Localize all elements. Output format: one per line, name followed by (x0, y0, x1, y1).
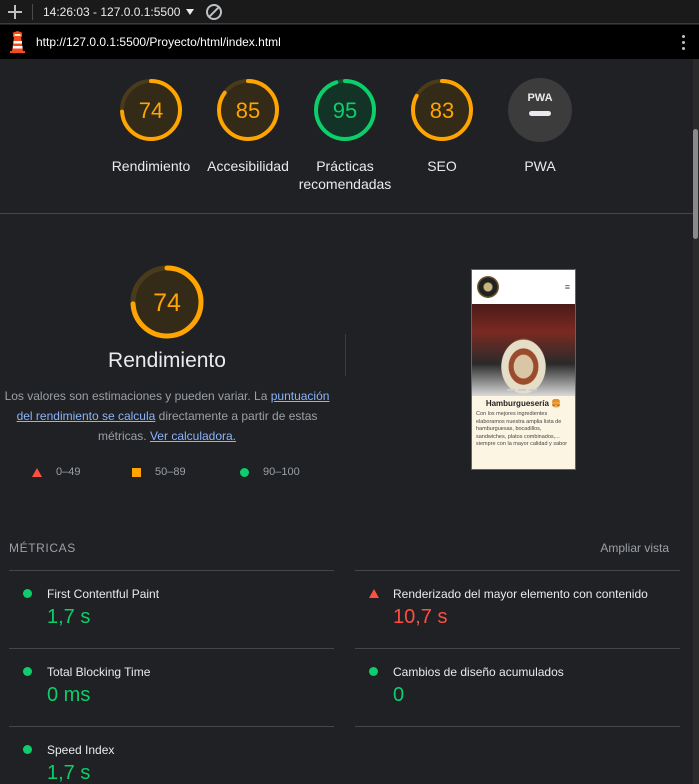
gauge-performance[interactable]: 74 Rendimiento (96, 77, 206, 175)
screenshot-text: Con los mejores ingredientes elaboramos … (476, 411, 568, 447)
gauge-accessibility-score: 85 (236, 98, 260, 123)
report-selector[interactable]: 14:26:03 - 127.0.0.1:5500 (43, 4, 195, 19)
final-screenshot[interactable]: ≡ Hamburguesería 🍔 Con los mejores ingre… (471, 269, 576, 470)
metric-fcp: First Contentful Paint 1,7 s (9, 570, 334, 648)
pwa-badge-text: PWA (527, 92, 552, 104)
metric-name: Cambios de diseño acumulados (393, 665, 564, 679)
metric-value: 0 (393, 684, 405, 706)
pass-circle-icon (23, 589, 32, 598)
scrollbar[interactable] (693, 59, 699, 784)
gauge-performance-score: 74 (139, 98, 163, 123)
screenshot-title: Hamburguesería 🍔 (485, 399, 562, 408)
restaurant-logo (477, 276, 499, 298)
caret-down-icon (186, 8, 195, 15)
gauge-pwa[interactable]: PWA PWA (485, 77, 595, 175)
expand-view-toggle[interactable]: Ampliar vista (600, 541, 669, 555)
screenshot-body: Hamburguesería 🍔 Con los mejores ingredi… (472, 396, 575, 469)
metric-row-divider (355, 726, 680, 727)
gauge-seo-ring: 83 (411, 79, 473, 141)
hamburger-menu-icon: ≡ (564, 282, 570, 292)
pass-circle-icon (23, 667, 32, 676)
legend-pass: 90–100 (240, 464, 300, 480)
metric-value: 1,7 s (47, 762, 91, 784)
metric-speed-index: Speed Index 1,7 s (9, 726, 334, 784)
legend-pass-label: 90–100 (263, 466, 300, 478)
square-icon (132, 467, 141, 477)
toolbar-divider (32, 3, 33, 20)
metric-tbt: Total Blocking Time 0 ms (9, 648, 334, 726)
gauge-seo-score: 83 (430, 98, 454, 123)
gauge-accessibility[interactable]: 85 Accesibilidad (193, 77, 303, 175)
scrollbar-thumb[interactable] (693, 129, 698, 239)
legend-fail: 0–49 (32, 464, 80, 480)
devtools-toolbar: 14:26:03 - 127.0.0.1:5500 (0, 0, 699, 24)
carousel-indicators (507, 389, 537, 391)
pass-circle-icon (369, 667, 378, 676)
gauge-best-practices[interactable]: 95 Prácticas recomendadas (290, 77, 400, 193)
plus-icon[interactable] (8, 4, 22, 19)
metric-cls: Cambios de diseño acumulados 0 (355, 648, 680, 726)
description-text: Los valores son estimaciones y pueden va… (4, 389, 271, 403)
performance-title: Rendimiento (108, 349, 226, 372)
report-selector-label: 14:26:03 - 127.0.0.1:5500 (43, 4, 181, 19)
gauge-seo[interactable]: 83 SEO (387, 77, 497, 175)
gauge-best-practices-ring: 95 (314, 79, 376, 141)
performance-score: 74 (153, 289, 181, 317)
metric-value: 0 ms (47, 684, 91, 706)
metric-name: Total Blocking Time (47, 665, 151, 679)
metric-lcp: Renderizado del mayor elemento con conte… (355, 570, 680, 648)
circle-icon (240, 467, 249, 477)
gauge-accessibility-ring: 85 (217, 79, 279, 141)
section-divider (345, 334, 346, 376)
legend-fail-label: 0–49 (56, 466, 81, 478)
triangle-icon (32, 467, 42, 477)
performance-description: Los valores son estimaciones y pueden va… (4, 386, 330, 446)
report-url-bar: http://127.0.0.1:5500/Proyecto/html/inde… (0, 25, 699, 59)
metric-name: Renderizado del mayor elemento con conte… (393, 587, 648, 601)
gauge-best-practices-score: 95 (333, 98, 357, 123)
clear-icon[interactable] (206, 3, 223, 20)
legend-average-label: 50–89 (155, 466, 186, 478)
metric-value: 10,7 s (393, 606, 448, 628)
fail-triangle-icon (369, 589, 379, 598)
gauge-performance-label: Rendimiento (111, 158, 191, 174)
legend-average: 50–89 (132, 464, 186, 480)
screenshot-header: ≡ (472, 270, 575, 304)
metric-value: 1,7 s (47, 606, 91, 628)
pwa-badge-icon: PWA (508, 78, 572, 142)
category-gauges: 74 Rendimiento 85 Accesibilidad 95 Práct… (0, 59, 693, 214)
pass-circle-icon (23, 745, 32, 754)
calculator-link[interactable]: Ver calculadora. (150, 429, 236, 443)
burger-photo (472, 304, 575, 396)
gauge-accessibility-label: Accesibilidad (207, 158, 289, 174)
gauge-pwa-label: PWA (524, 158, 556, 174)
lighthouse-icon (10, 31, 25, 53)
metrics-header: MÉTRICAS (9, 541, 76, 555)
gauge-seo-label: SEO (427, 158, 457, 174)
gauge-best-practices-label: Prácticas recomendadas (298, 158, 392, 192)
performance-gauge: 74 (130, 265, 204, 339)
metric-name: Speed Index (47, 743, 115, 757)
report-url[interactable]: http://127.0.0.1:5500/Proyecto/html/inde… (36, 35, 281, 49)
gauge-performance-ring: 74 (120, 79, 182, 141)
metric-name: First Contentful Paint (47, 587, 160, 601)
kebab-menu-icon[interactable] (682, 35, 685, 50)
